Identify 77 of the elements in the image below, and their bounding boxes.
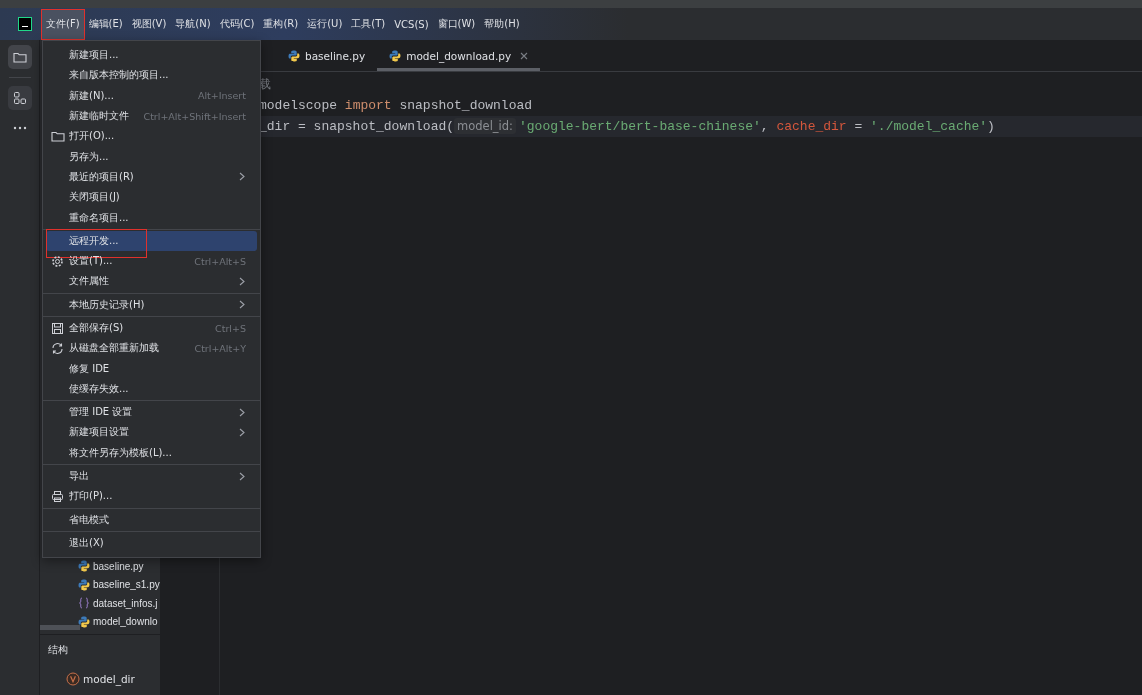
parameter-hint: model_id:: [454, 118, 516, 134]
menu-bar-item[interactable]: 重构(R): [259, 9, 303, 39]
shortcut-label: Ctrl+S: [215, 322, 246, 334]
python-file-icon: [389, 49, 402, 62]
code-token: ): [987, 119, 995, 134]
menu-bar-item[interactable]: VCS(S): [390, 9, 433, 39]
shortcut-label: Ctrl+Alt+Shift+Insert: [143, 110, 246, 122]
menu-item[interactable]: 全部保存(S) Ctrl+S: [46, 317, 257, 339]
file-tree-item[interactable]: baseline_s1.py: [40, 575, 160, 594]
panel-title: 结构: [47, 643, 69, 657]
menu-bar-item[interactable]: 运行(U): [303, 9, 347, 39]
menu-bar-item[interactable]: 代码(C): [215, 9, 259, 39]
menu-bar-item[interactable]: 导航(N): [171, 9, 215, 39]
file-tree-item[interactable]: baseline.py: [40, 557, 160, 576]
menu-item[interactable]: 新建项目...: [46, 45, 257, 66]
python-file-icon: [288, 49, 300, 62]
menu-item[interactable]: 修复 IDE: [46, 358, 257, 379]
menu-item[interactable]: 管理 IDE 设置: [46, 402, 257, 423]
code-token: 'google-bert/bert-base-chinese': [519, 119, 761, 134]
code-token: =: [853, 119, 864, 134]
code-token: cache_dir: [776, 119, 847, 134]
menu-bar-item[interactable]: 窗口(W): [433, 9, 480, 39]
menu-item[interactable]: 使缓存失效...: [46, 378, 257, 400]
app-logo-icon[interactable]: [18, 17, 32, 31]
variable-icon: [66, 672, 80, 686]
python-file-icon: [78, 578, 90, 591]
python-file-icon: [78, 560, 90, 573]
code-token: import: [344, 98, 392, 113]
menu-item[interactable]: 最近的项目(R): [46, 166, 257, 188]
menu-item[interactable]: 重命名项目...: [46, 207, 257, 228]
shortcut-label: Ctrl+Alt+S: [194, 255, 246, 267]
code-token: './model_cache': [870, 119, 988, 134]
close-icon[interactable]: [520, 51, 529, 60]
menu-item[interactable]: 文件属性: [46, 271, 257, 292]
menu-item[interactable]: 远程开发...: [46, 230, 257, 251]
file-tree-item[interactable]: dataset_infos.j: [40, 594, 160, 613]
menu-item[interactable]: 将文件另存为模板(L)...: [46, 442, 257, 463]
menu-item[interactable]: 退出(X): [46, 532, 257, 554]
menu-bar-item[interactable]: 编辑(E): [84, 9, 127, 39]
file-tree-item[interactable]: model_downlo: [40, 612, 160, 631]
more-icon[interactable]: [12, 126, 27, 130]
python-file-icon: [78, 615, 90, 628]
menu-item[interactable]: 另存为...: [46, 146, 257, 167]
settings-icon: [51, 254, 64, 268]
code-token: _dir = snapshot_download(: [259, 119, 455, 134]
editor-tab[interactable]: baseline.py: [276, 40, 378, 71]
structure-icon: [12, 91, 27, 105]
tool-window-button[interactable]: [7, 45, 32, 69]
menu-item[interactable]: 省电模式: [46, 509, 257, 530]
menu-item[interactable]: 打开(O)...: [46, 126, 257, 147]
menu-item[interactable]: 打印(P)...: [46, 486, 257, 507]
menu-bar-item[interactable]: 工具(T): [347, 9, 390, 39]
menu-bar-item[interactable]: 帮助(H): [480, 9, 524, 39]
folder-icon: [50, 130, 65, 143]
code-token: snapshot_download: [398, 98, 533, 113]
folder-icon: [12, 51, 27, 63]
menu-item[interactable]: 新建(N)... Alt+Insert: [46, 85, 257, 106]
reload-icon: [51, 341, 64, 355]
menu-item[interactable]: 本地历史记录(H): [46, 294, 257, 315]
code-token: ,: [760, 119, 770, 134]
shortcut-label: Ctrl+Alt+Y: [194, 342, 246, 354]
menu-bar-item[interactable]: 视图(V): [127, 9, 171, 39]
code-token: modelscope: [259, 98, 338, 113]
braces-icon: [78, 597, 90, 610]
menu-bar-item[interactable]: 文件(F): [42, 9, 84, 39]
shortcut-label: Alt+Insert: [197, 90, 246, 102]
menu-item[interactable]: 来自版本控制的项目...: [46, 65, 257, 86]
menu-item[interactable]: 设置(T)... Ctrl+Alt+S: [46, 250, 257, 272]
editor-tab[interactable]: model_download.py: [377, 40, 541, 71]
menu-item[interactable]: 新建项目设置: [46, 422, 257, 443]
structure-item[interactable]: model_dir: [40, 659, 160, 686]
printer-icon: [51, 489, 64, 503]
menu-item[interactable]: 从磁盘全部重新加载 Ctrl+Alt+Y: [46, 338, 257, 359]
menu-item[interactable]: 关闭项目(J): [46, 187, 257, 208]
tool-window-button[interactable]: [7, 86, 32, 110]
menu-item[interactable]: 导出: [46, 465, 257, 487]
menu-item[interactable]: 新建临时文件 Ctrl+Alt+Shift+Insert: [46, 105, 257, 127]
